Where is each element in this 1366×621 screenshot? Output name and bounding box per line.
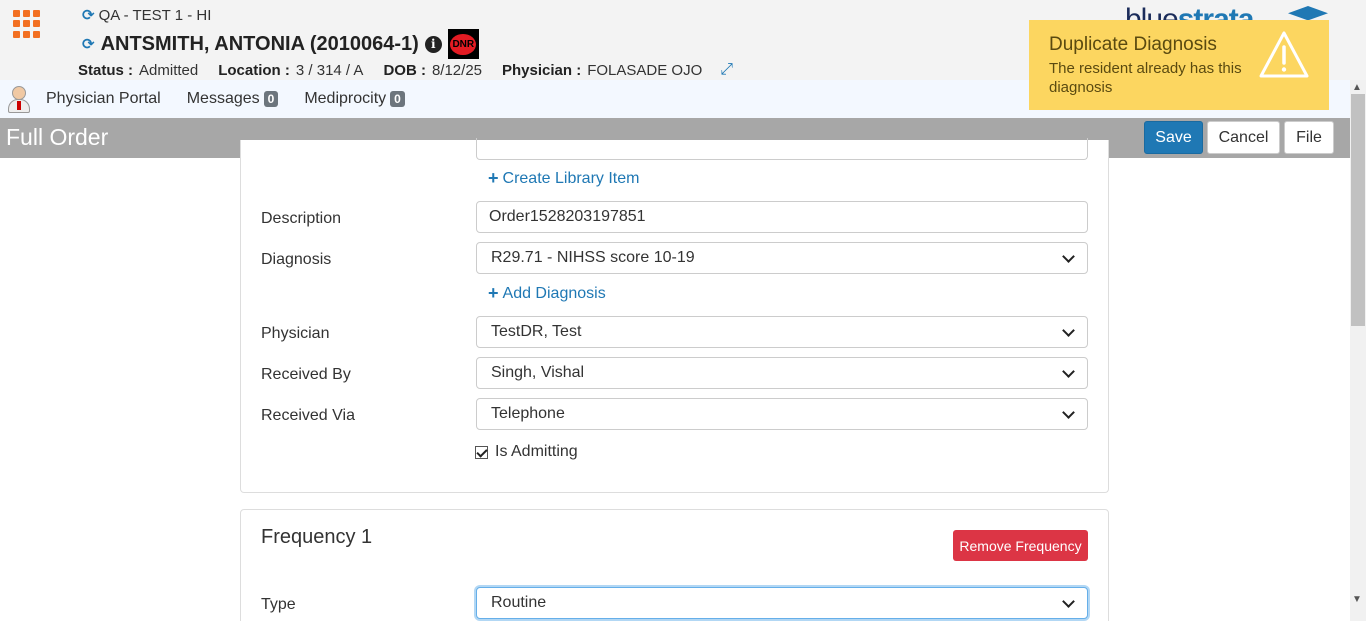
received-by-select[interactable]: Singh, Vishal xyxy=(476,357,1088,389)
diagnosis-label: Diagnosis xyxy=(261,251,332,268)
order-details-card: + Create Library Item Description Order1… xyxy=(240,138,1109,493)
description-label: Description xyxy=(261,210,342,227)
messages-count-badge: 0 xyxy=(263,91,279,107)
mediprocity-count-badge: 0 xyxy=(390,91,405,107)
location-label: Location : xyxy=(218,61,290,79)
dob-label: DOB : xyxy=(383,61,426,79)
page: { "header": { "facility": "QA - TEST 1 -… xyxy=(0,0,1366,621)
received-via-label: Received Via xyxy=(261,407,355,424)
add-diagnosis-label: Add Diagnosis xyxy=(502,284,606,302)
physician-avatar-icon xyxy=(6,84,32,114)
add-diagnosis-link[interactable]: + Add Diagnosis xyxy=(488,283,606,304)
patient-title: ⟳ ANTSMITH, ANTONIA (2010064-1) i DNR xyxy=(82,29,479,59)
chevron-down-icon xyxy=(1062,250,1075,263)
create-library-item-link[interactable]: + Create Library Item xyxy=(488,168,639,189)
nav-physician-portal-label: Physician Portal xyxy=(46,90,161,107)
nav-mediprocity-label: Mediprocity xyxy=(304,90,387,107)
frequency-title: Frequency 1 xyxy=(261,526,373,548)
diagnosis-value: R29.71 - NIHSS score 10-19 xyxy=(491,249,695,266)
diagnosis-select[interactable]: R29.71 - NIHSS score 10-19 xyxy=(476,242,1088,274)
nav-mediprocity[interactable]: Mediprocity 0 xyxy=(304,90,405,108)
nav-physician-portal[interactable]: Physician Portal xyxy=(46,90,161,108)
chevron-down-icon xyxy=(1062,324,1075,337)
nav-messages[interactable]: Messages 0 xyxy=(187,90,279,108)
physician-select-value: TestDR, Test xyxy=(491,323,582,340)
apps-grid-icon[interactable] xyxy=(13,10,41,38)
location-value: 3 / 314 / A xyxy=(295,61,364,79)
chevron-down-icon xyxy=(1062,595,1075,608)
info-icon[interactable]: i xyxy=(424,35,442,53)
physician-select[interactable]: TestDR, Test xyxy=(476,316,1088,348)
scroll-down-icon[interactable]: ▼ xyxy=(1352,594,1362,605)
page-title: Full Order xyxy=(6,124,109,150)
physician-label: Physician : xyxy=(502,61,582,79)
physician-field-label: Physician xyxy=(261,325,330,342)
frequency-card: Frequency 1 Remove Frequency Type Routin… xyxy=(240,509,1109,621)
expand-icon[interactable]: ⤢ xyxy=(720,61,733,79)
plus-icon: + xyxy=(488,283,499,303)
type-value: Routine xyxy=(491,594,547,611)
duplicate-diagnosis-toast[interactable]: Duplicate Diagnosis The resident already… xyxy=(1029,20,1329,110)
description-value: Order1528203197851 xyxy=(489,208,646,225)
file-button[interactable]: File xyxy=(1284,121,1334,154)
type-select[interactable]: Routine xyxy=(476,587,1088,619)
received-via-value: Telephone xyxy=(491,405,565,422)
scrollbar-thumb[interactable] xyxy=(1351,94,1365,326)
dob-value: 8/12/25 xyxy=(431,61,482,79)
facility-label: QA - TEST 1 - HI xyxy=(98,6,212,24)
warning-icon xyxy=(1259,31,1309,78)
refresh-patient-icon[interactable]: ⟳ xyxy=(82,35,95,53)
received-by-value: Singh, Vishal xyxy=(491,364,585,381)
is-admitting-row[interactable]: Is Admitting xyxy=(475,443,578,461)
patient-name: ANTSMITH, ANTONIA (2010064-1) xyxy=(100,32,419,55)
plus-icon: + xyxy=(488,168,499,188)
create-library-item-label: Create Library Item xyxy=(502,169,640,187)
remove-frequency-button[interactable]: Remove Frequency xyxy=(953,530,1088,561)
refresh-icon[interactable]: ⟳ xyxy=(82,6,95,24)
description-input[interactable]: Order1528203197851 xyxy=(476,201,1088,233)
scroll-up-icon[interactable]: ▲ xyxy=(1352,82,1362,93)
is-admitting-label: Is Admitting xyxy=(495,443,578,460)
chevron-down-icon xyxy=(1062,406,1075,419)
cancel-button[interactable]: Cancel xyxy=(1207,121,1280,154)
dnr-label: DNR xyxy=(450,33,477,55)
physician-value: FOLASADE OJO xyxy=(587,61,703,79)
dnr-badge: DNR xyxy=(447,29,479,59)
patient-status-line: Status : Admitted Location : 3 / 314 / A… xyxy=(78,61,733,79)
chevron-down-icon xyxy=(1062,365,1075,378)
is-admitting-checkbox[interactable] xyxy=(475,445,488,459)
status-label: Status : xyxy=(78,61,134,79)
received-via-select[interactable]: Telephone xyxy=(476,398,1088,430)
facility-name: ⟳ QA - TEST 1 - HI xyxy=(82,6,212,25)
type-label: Type xyxy=(261,596,296,613)
nav-messages-label: Messages xyxy=(186,90,260,107)
toast-message: The resident already has this diagnosis xyxy=(1049,60,1242,96)
library-item-field[interactable] xyxy=(476,138,1088,160)
save-button[interactable]: Save xyxy=(1144,121,1203,154)
received-by-label: Received By xyxy=(261,366,351,383)
status-value: Admitted xyxy=(139,61,199,79)
